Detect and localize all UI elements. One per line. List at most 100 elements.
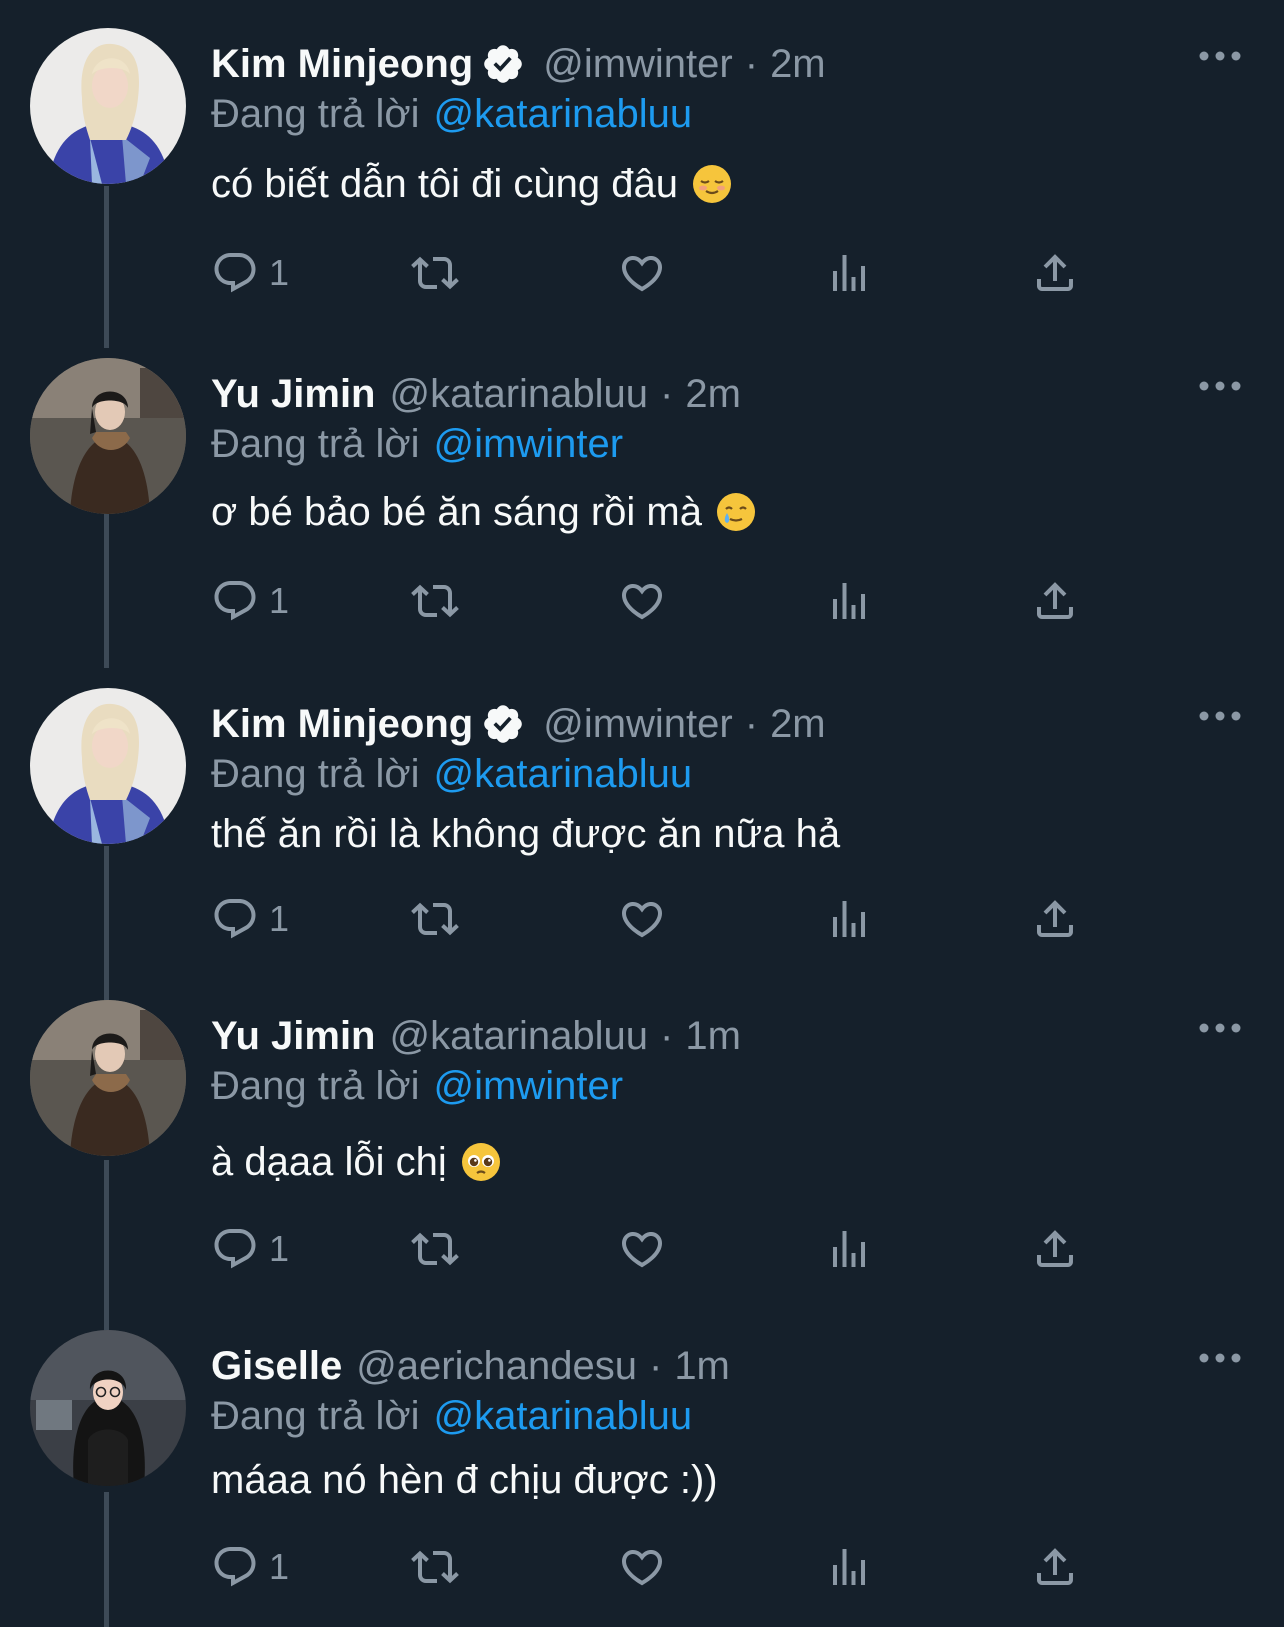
avatar[interactable]: [30, 28, 186, 184]
views-icon: [825, 895, 873, 943]
separator: ·: [660, 1014, 674, 1058]
tweet[interactable]: Yu Jimin @katarinabluu · 2m Đang trả lời…: [0, 358, 1284, 658]
retweet-button[interactable]: [411, 248, 459, 298]
reply-icon: [211, 249, 259, 297]
reply-context: Đang trả lời @imwinter: [211, 1060, 623, 1112]
reply-count: 1: [269, 580, 290, 621]
share-button[interactable]: [1031, 576, 1079, 626]
like-button[interactable]: [618, 1224, 666, 1274]
reply-to-mention[interactable]: @katarinabluu: [434, 92, 693, 136]
views-icon: [825, 1225, 873, 1273]
author-handle[interactable]: @katarinabluu: [390, 1010, 649, 1062]
reply-button[interactable]: 1: [211, 248, 289, 298]
author-handle[interactable]: @imwinter: [543, 698, 733, 750]
reply-to-mention[interactable]: @katarinabluu: [434, 752, 693, 796]
more-options-icon[interactable]: [1198, 46, 1242, 66]
retweet-icon: [411, 249, 459, 297]
reply-count: 1: [269, 252, 290, 293]
reply-icon: [211, 577, 259, 625]
avatar[interactable]: [30, 358, 186, 514]
timestamp[interactable]: 1m: [685, 1010, 741, 1062]
tweet-text-container: thế ăn rồi là không được ăn nữa hả: [211, 808, 840, 860]
timestamp[interactable]: 2m: [770, 698, 826, 750]
reply-button[interactable]: 1: [211, 894, 289, 944]
retweet-button[interactable]: [411, 1224, 459, 1274]
author-handle[interactable]: @imwinter: [543, 38, 733, 90]
author-name[interactable]: Yu Jimin: [211, 368, 376, 420]
tweet-text-container: máaa nó hèn đ chịu được :)): [211, 1454, 718, 1506]
views-button[interactable]: [825, 1542, 873, 1592]
tweet-text-container: ơ bé bảo bé ăn sáng rồi mà: [211, 486, 756, 538]
avatar[interactable]: [30, 1000, 186, 1156]
author-handle[interactable]: @aerichandesu: [356, 1340, 637, 1392]
tweet[interactable]: Yu Jimin @katarinabluu · 1m Đang trả lời…: [0, 1000, 1284, 1300]
tweet-text: thế ăn rồi là không được ăn nữa hả: [211, 812, 841, 856]
reply-prefix: Đang trả lời: [211, 1394, 420, 1438]
reply-button[interactable]: 1: [211, 1542, 289, 1592]
tweet[interactable]: Kim Minjeong @imwinter · 2m Đang trả lời…: [0, 28, 1284, 328]
separator: ·: [648, 1344, 663, 1388]
share-button[interactable]: [1031, 1542, 1079, 1592]
pleading-face-icon: [461, 1143, 500, 1181]
views-button[interactable]: [825, 1224, 873, 1274]
avatar[interactable]: [30, 688, 186, 844]
heart-icon: [618, 895, 666, 943]
heart-icon: [618, 1225, 666, 1273]
author-name[interactable]: Kim Minjeong: [211, 698, 473, 750]
more-options-icon[interactable]: [1198, 1018, 1242, 1038]
reply-to-mention[interactable]: @imwinter: [434, 1064, 624, 1108]
views-icon: [825, 249, 873, 297]
author-name[interactable]: Yu Jimin: [211, 1010, 376, 1062]
retweet-button[interactable]: [411, 1542, 459, 1592]
share-button[interactable]: [1031, 894, 1079, 944]
reply-to-mention[interactable]: @imwinter: [434, 422, 624, 466]
share-button[interactable]: [1031, 248, 1079, 298]
reply-context: Đang trả lời @katarinabluu: [211, 748, 692, 800]
views-button[interactable]: [825, 576, 873, 626]
reply-icon: [211, 895, 259, 943]
tweet[interactable]: Giselle @aerichandesu · 1m Đang trả lời @…: [0, 1330, 1284, 1627]
avatar[interactable]: [30, 1330, 186, 1486]
more-options-icon[interactable]: [1198, 376, 1242, 396]
share-button[interactable]: [1031, 1224, 1079, 1274]
views-button[interactable]: [825, 894, 873, 944]
author-handle[interactable]: @katarinabluu: [390, 368, 649, 420]
reply-count: 1: [269, 1546, 290, 1587]
action-bar: 1: [211, 248, 1111, 298]
like-button[interactable]: [618, 1542, 666, 1592]
like-button[interactable]: [618, 576, 666, 626]
reply-prefix: Đang trả lời: [211, 422, 420, 466]
tweet-text: máaa nó hèn đ chịu được :)): [211, 1458, 718, 1502]
like-button[interactable]: [618, 894, 666, 944]
share-icon: [1031, 249, 1079, 297]
more-options-icon[interactable]: [1198, 1348, 1242, 1368]
more-options-icon[interactable]: [1198, 706, 1242, 726]
author-name[interactable]: Kim Minjeong: [211, 38, 473, 90]
author-name[interactable]: Giselle: [211, 1340, 342, 1392]
retweet-icon: [411, 577, 459, 625]
reply-prefix: Đang trả lời: [211, 752, 420, 796]
reply-button[interactable]: 1: [211, 1224, 289, 1274]
share-icon: [1031, 1225, 1079, 1273]
share-icon: [1031, 1543, 1079, 1591]
timestamp[interactable]: 1m: [674, 1340, 730, 1392]
timestamp[interactable]: 2m: [685, 368, 741, 420]
heart-icon: [618, 1543, 666, 1591]
separator: ·: [744, 42, 759, 86]
reply-to-mention[interactable]: @katarinabluu: [434, 1394, 693, 1438]
reply-prefix: Đang trả lời: [211, 1064, 420, 1108]
retweet-icon: [411, 1543, 459, 1591]
retweet-button[interactable]: [411, 894, 459, 944]
reply-count: 1: [269, 1228, 290, 1269]
like-button[interactable]: [618, 248, 666, 298]
retweet-button[interactable]: [411, 576, 459, 626]
reply-button[interactable]: 1: [211, 576, 289, 626]
reply-icon: [211, 1543, 259, 1591]
relieved-face-icon: [693, 165, 732, 203]
tweet[interactable]: Kim Minjeong @imwinter · 2m Đang trả lời…: [0, 688, 1284, 988]
views-button[interactable]: [825, 248, 873, 298]
heart-icon: [618, 577, 666, 625]
tweet-text: ơ bé bảo bé ăn sáng rồi mà: [211, 490, 702, 534]
action-bar: 1: [211, 1224, 1111, 1274]
timestamp[interactable]: 2m: [770, 38, 826, 90]
